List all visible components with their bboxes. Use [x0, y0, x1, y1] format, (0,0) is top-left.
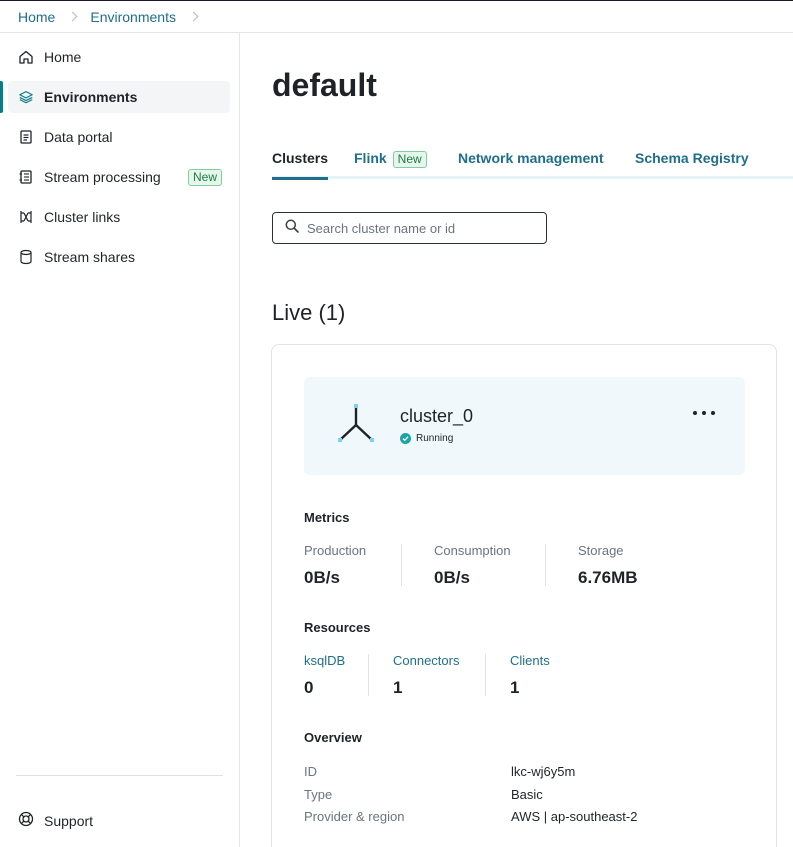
home-icon: [18, 49, 34, 65]
cluster-header[interactable]: cluster_0 Running: [304, 377, 745, 475]
divider: [401, 544, 402, 586]
sidebar-item-label: Data portal: [44, 129, 113, 145]
sidebar-item-label: Cluster links: [44, 209, 121, 225]
overview-row-type: Type Basic: [304, 787, 745, 805]
tab-network-management[interactable]: Network management: [458, 149, 603, 179]
sidebar-item-stream-shares[interactable]: Stream shares: [8, 241, 230, 273]
overview-title: Overview: [304, 730, 362, 745]
chevron-right-icon: [67, 11, 78, 22]
metric-storage: Storage 6.76MB: [578, 543, 638, 588]
resource-ksqldb[interactable]: ksqlDB 0: [304, 653, 345, 698]
sidebar-item-label: Environments: [44, 89, 138, 105]
breadcrumb: Home Environments: [0, 0, 793, 33]
resource-value: 1: [510, 678, 520, 697]
new-badge: New: [392, 151, 427, 168]
database-icon: [18, 249, 34, 265]
overview-row-provider-region: Provider & region AWS | ap-southeast-2: [304, 809, 745, 827]
status-badge: Running: [400, 433, 453, 444]
metric-label: Storage: [578, 543, 624, 558]
check-circle-icon: [400, 433, 411, 444]
sidebar-item-environments[interactable]: Environments: [8, 81, 230, 113]
cluster-name[interactable]: cluster_0: [400, 406, 473, 427]
lifebuoy-icon: [18, 811, 34, 830]
page-title: default: [272, 67, 377, 103]
metrics-title: Metrics: [304, 510, 350, 525]
breadcrumb-environments-link[interactable]: Environments: [90, 9, 176, 25]
sidebar: Home Environments Data portal Stream pro…: [0, 33, 240, 847]
tab-schema-registry[interactable]: Schema Registry: [635, 149, 749, 179]
resources-title: Resources: [304, 620, 371, 635]
resource-value: 0: [304, 678, 314, 697]
sidebar-divider: [16, 775, 223, 776]
sidebar-item-label: Home: [44, 49, 82, 65]
metric-value: 0B/s: [434, 568, 470, 587]
tab-flink[interactable]: Flink New: [354, 149, 427, 179]
sidebar-item-cluster-links[interactable]: Cluster links: [8, 201, 230, 233]
sidebar-item-home[interactable]: Home: [8, 41, 230, 73]
chevron-right-icon: [188, 11, 199, 22]
support-label: Support: [44, 812, 94, 829]
tab-label: Network management: [458, 150, 604, 166]
tab-bar: Clusters Flink New Network management Sch…: [272, 149, 793, 180]
resource-connectors[interactable]: Connectors 1: [393, 653, 459, 698]
link-icon: [18, 209, 34, 225]
sidebar-item-label: Stream processing: [44, 169, 161, 185]
breadcrumb-home-link[interactable]: Home: [18, 9, 55, 25]
overview-value: Basic: [511, 787, 543, 802]
tab-label: Clusters: [272, 150, 329, 166]
cluster-card[interactable]: cluster_0 Running Metrics Production 0B/…: [271, 344, 777, 847]
metric-value: 0B/s: [304, 568, 340, 587]
divider: [545, 544, 546, 586]
main-content: default Clusters Flink New Network manage…: [240, 33, 793, 847]
resource-link[interactable]: Connectors: [393, 653, 459, 668]
resource-link[interactable]: ksqlDB: [304, 653, 345, 668]
tab-clusters[interactable]: Clusters: [272, 149, 329, 180]
divider: [485, 654, 486, 696]
tab-label: Flink: [354, 150, 387, 166]
overview-value: lkc-wj6y5m: [511, 764, 576, 779]
support-link[interactable]: Support: [18, 811, 93, 830]
metric-label: Production: [304, 543, 367, 558]
overview-key: ID: [304, 764, 317, 779]
resource-value: 1: [393, 678, 403, 697]
overview-key: Provider & region: [304, 809, 405, 824]
cluster-icon: [334, 401, 378, 450]
search-icon: [285, 219, 299, 238]
sidebar-item-stream-processing[interactable]: Stream processing New: [8, 161, 230, 193]
resource-link[interactable]: Clients: [510, 653, 550, 668]
active-indicator: [0, 81, 3, 113]
notebook-icon: [18, 169, 34, 185]
metric-value: 6.76MB: [578, 568, 638, 587]
tab-label: Schema Registry: [635, 150, 749, 166]
metric-consumption: Consumption 0B/s: [434, 543, 511, 588]
overview-row-id: ID lkc-wj6y5m: [304, 764, 745, 782]
document-icon: [18, 129, 34, 145]
resource-clients[interactable]: Clients 1: [510, 653, 550, 698]
search-input[interactable]: [307, 220, 527, 236]
sidebar-item-label: Stream shares: [44, 249, 136, 265]
new-badge: New: [187, 168, 222, 186]
overview-value: AWS | ap-southeast-2: [511, 809, 638, 824]
status-text: Running: [416, 433, 454, 444]
layers-icon: [18, 89, 34, 105]
metric-production: Production 0B/s: [304, 543, 366, 588]
divider: [368, 654, 369, 696]
search-box: [272, 212, 547, 244]
sidebar-item-data-portal[interactable]: Data portal: [8, 121, 230, 153]
live-section-title: Live (1): [272, 300, 346, 325]
overview-key: Type: [304, 787, 333, 802]
more-options-icon[interactable]: [693, 403, 715, 423]
metric-label: Consumption: [434, 543, 511, 558]
